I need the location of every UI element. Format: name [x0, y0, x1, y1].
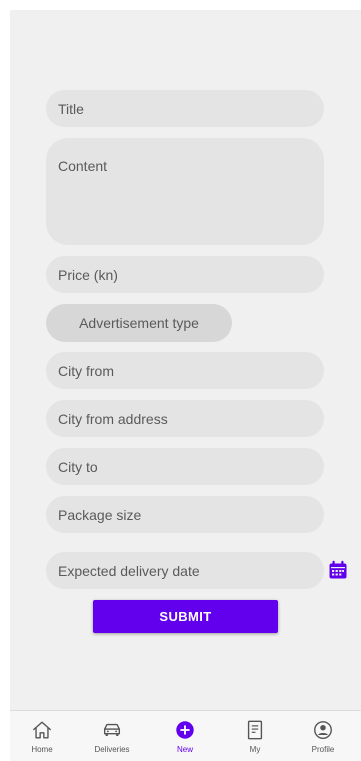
nav-label-my: My	[249, 745, 261, 754]
nav-label-new: New	[176, 745, 193, 754]
advertisement-type-label: Advertisement type	[79, 315, 199, 331]
add-circle-icon	[176, 721, 194, 739]
nav-item-my[interactable]: My	[225, 711, 285, 761]
nav-item-home[interactable]: Home	[12, 711, 72, 761]
price-placeholder: Price (kn)	[58, 266, 118, 283]
home-icon	[33, 721, 51, 739]
title-placeholder: Title	[58, 100, 84, 117]
nav-item-profile[interactable]: Profile	[293, 711, 353, 761]
nav-label-home: Home	[31, 745, 53, 754]
package-size-input[interactable]: Package size	[46, 496, 324, 533]
city-from-input[interactable]: City from	[46, 352, 324, 389]
nav-item-new[interactable]: New	[155, 711, 215, 761]
price-input[interactable]: Price (kn)	[46, 256, 324, 293]
nav-label-deliveries: Deliveries	[94, 745, 130, 754]
content-placeholder: Content	[58, 158, 108, 174]
city-to-input[interactable]: City to	[46, 448, 324, 485]
city-from-placeholder: City from	[58, 362, 114, 379]
profile-icon	[314, 721, 332, 739]
car-icon	[103, 723, 121, 736]
title-input[interactable]: Title	[46, 90, 324, 127]
new-advertisement-screen: Title Content Price (kn) Advertisement t…	[10, 10, 361, 761]
expected-delivery-date-placeholder: Expected delivery date	[58, 562, 200, 579]
content-textarea[interactable]: Content	[46, 138, 324, 245]
submit-button[interactable]: SUBMIT	[93, 600, 278, 633]
nav-item-deliveries[interactable]: Deliveries	[82, 711, 142, 761]
city-from-address-input[interactable]: City from address	[46, 400, 324, 437]
city-from-address-placeholder: City from address	[58, 410, 168, 427]
package-size-placeholder: Package size	[58, 506, 142, 523]
city-to-placeholder: City to	[58, 458, 98, 475]
calendar-icon[interactable]	[328, 560, 348, 580]
advertisement-type-select[interactable]: Advertisement type	[46, 304, 232, 342]
submit-label: SUBMIT	[159, 609, 212, 624]
document-icon	[247, 720, 263, 740]
expected-delivery-date-input[interactable]: Expected delivery date	[46, 552, 324, 589]
bottom-navigation: Home Deliveries New My Profile	[10, 710, 361, 761]
nav-label-profile: Profile	[311, 745, 335, 754]
